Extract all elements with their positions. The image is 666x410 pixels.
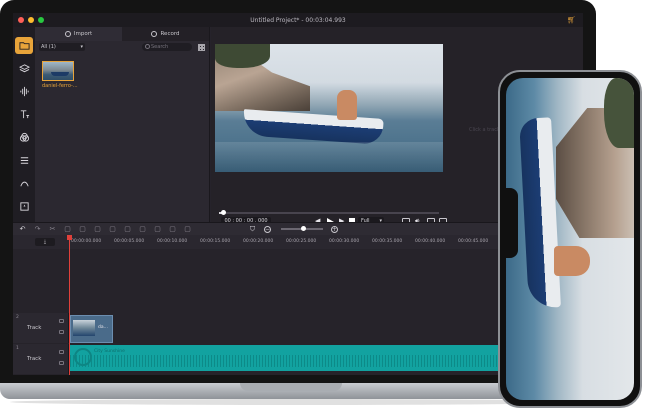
preview-trees	[215, 44, 270, 68]
ruler-tick: 00:00:15.000	[200, 239, 231, 244]
phone-device	[498, 70, 642, 408]
track-lock-icon[interactable]	[59, 350, 64, 354]
audio-clip-name: City Sunshine	[94, 349, 125, 354]
ruler-tick: 00:00:25.000	[286, 239, 317, 244]
import-icon	[64, 31, 71, 37]
marker-icon[interactable]: ▢	[184, 225, 191, 233]
timeline-zoom-out-icon[interactable]: −	[264, 225, 271, 233]
playback-progress-handle[interactable]	[221, 210, 227, 215]
track-visibility-icon[interactable]	[59, 330, 64, 334]
tab-record-label: Record	[160, 31, 180, 37]
redo-icon[interactable]: ↷	[34, 225, 41, 233]
media-filter-select[interactable]: All (1)	[39, 43, 85, 51]
timeline-zoom-in-icon[interactable]: +	[331, 225, 338, 233]
timeline-audio-clip[interactable]: City Sunshine	[70, 345, 510, 371]
text-icon[interactable]	[15, 106, 33, 123]
ruler-tick: 00:00:40.000	[415, 239, 446, 244]
window-title: Untitled Project* - 00:03:04.993	[250, 16, 346, 24]
timeline-video-clip[interactable]: da...	[70, 315, 113, 343]
color-icon[interactable]: ▢	[124, 225, 131, 233]
ruler-tick: 00:00:05.000	[114, 239, 145, 244]
duration-icon[interactable]: ▢	[109, 225, 116, 233]
undo-icon[interactable]: ↶	[19, 225, 26, 233]
sticker-icon[interactable]	[15, 198, 33, 215]
laptop-shadow	[10, 399, 586, 405]
tab-import[interactable]: Import	[35, 27, 122, 41]
audio-waveform	[70, 355, 510, 367]
timeline-zoom-slider[interactable]	[281, 226, 323, 231]
video-preview[interactable]	[215, 44, 443, 172]
mosaic-icon[interactable]: ▢	[154, 225, 161, 233]
cart-icon[interactable]: 🛒︎	[567, 16, 576, 24]
tab-record[interactable]: Record	[122, 27, 209, 41]
add-track-button[interactable]: ⤓	[35, 238, 55, 246]
track-label: Track	[27, 325, 42, 331]
layers-icon[interactable]	[15, 60, 33, 77]
crop-icon[interactable]: ▢	[79, 225, 86, 233]
track-header-2: 2 Track	[13, 313, 69, 343]
speed-icon[interactable]: ▢	[94, 225, 101, 233]
timeline-zoom-handle[interactable]	[301, 226, 306, 231]
preview-person	[337, 90, 357, 120]
ruler-tick: 00:00:45.000	[458, 239, 489, 244]
phone-person	[554, 246, 590, 276]
media-search-input[interactable]: Search	[142, 43, 192, 51]
phone-trees	[604, 78, 634, 148]
phone-notch	[506, 188, 518, 258]
voiceover-icon[interactable]: ▢	[169, 225, 176, 233]
search-placeholder: Search	[151, 44, 169, 50]
ruler-tick: 00:00:20.000	[243, 239, 274, 244]
ruler-tick: 00:00:35.000	[372, 239, 403, 244]
search-icon	[145, 44, 150, 49]
shield-icon[interactable]: ⛉	[249, 225, 256, 233]
media-folder-icon[interactable]	[15, 37, 33, 54]
split-icon[interactable]: ✂	[49, 225, 56, 233]
preview-sea	[215, 142, 443, 172]
phone-screen	[506, 78, 634, 400]
tab-import-label: Import	[73, 31, 93, 37]
filters-icon[interactable]	[15, 129, 33, 146]
timeline-playhead[interactable]	[67, 235, 72, 375]
clip-thumbnail	[73, 320, 95, 336]
transitions-icon[interactable]	[15, 152, 33, 169]
track-header-1: 1 Track	[13, 344, 69, 374]
grid-view-icon[interactable]	[198, 43, 205, 51]
product-showcase: Untitled Project* - 00:03:04.993 🛒︎ Impo…	[0, 0, 666, 410]
media-clip-thumbnail[interactable]	[42, 61, 74, 81]
freeze-icon[interactable]: ▢	[139, 225, 146, 233]
record-icon	[151, 31, 158, 37]
track-mute-icon[interactable]	[59, 361, 64, 365]
title-bar: Untitled Project* - 00:03:04.993 🛒︎	[13, 13, 583, 27]
track-lock-icon[interactable]	[59, 319, 64, 323]
track-label: Track	[27, 356, 42, 362]
tool-rail	[13, 27, 35, 222]
track-number: 1	[16, 346, 19, 351]
ruler-tick: 00:00:10.000	[157, 239, 188, 244]
preview-boat	[242, 109, 384, 145]
media-library-panel: Import Record All (1) Search d	[35, 27, 210, 222]
media-clip-name: daniel-ferro-...	[42, 83, 78, 89]
audio-icon[interactable]	[15, 83, 33, 100]
delete-icon[interactable]: ▢	[64, 225, 71, 233]
media-filter-bar: All (1) Search	[35, 41, 209, 53]
phone-boat	[519, 117, 561, 309]
clip-name: da...	[98, 325, 108, 330]
ruler-tick: 00:00:30.000	[329, 239, 360, 244]
elements-icon[interactable]	[15, 175, 33, 192]
media-tabs: Import Record	[35, 27, 209, 41]
playback-progress-bar[interactable]	[219, 210, 439, 215]
laptop-notch	[240, 383, 342, 391]
track-number: 2	[16, 315, 19, 320]
ruler-tick: 00:00:00.000	[71, 239, 102, 244]
